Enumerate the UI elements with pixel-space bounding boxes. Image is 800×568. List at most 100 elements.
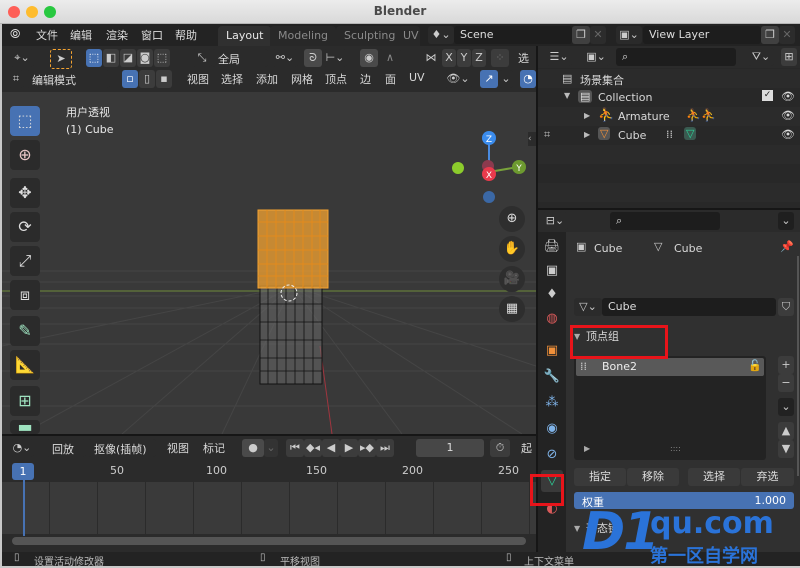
transform-orientation-select[interactable]: 全局 <box>212 49 268 67</box>
camera-view-icon[interactable]: 🎥 <box>499 266 525 292</box>
frame-start-label[interactable]: 起 <box>518 439 535 457</box>
mesh-browse-icon[interactable]: ▽⌄ <box>574 298 602 316</box>
properties-search-input[interactable]: ⌕ <box>610 212 720 230</box>
select-extend-icon[interactable]: ◧ <box>103 49 119 67</box>
jump-end-button[interactable]: ⏭ <box>376 439 394 457</box>
view-layer-copy-icon[interactable]: ❐ <box>761 26 779 44</box>
tool-move[interactable]: ✥ <box>10 178 40 208</box>
tab-scene-icon[interactable]: ♦ <box>541 284 563 306</box>
deselect-button[interactable]: 弃选 <box>741 468 794 486</box>
face-select-icon[interactable]: ▪ <box>156 70 172 88</box>
vertex-select-icon[interactable]: ▫ <box>122 70 138 88</box>
tab-uv[interactable]: UV <box>398 26 420 46</box>
menu-uv[interactable]: UV <box>404 70 430 88</box>
tool-transform[interactable]: ⧈ <box>10 280 40 310</box>
move-up-button[interactable]: ▲ <box>778 422 794 440</box>
prev-keyframe-button[interactable]: ◆◂ <box>304 439 322 457</box>
timeline-view-menu[interactable]: 视图 <box>162 439 194 457</box>
tool-select-box[interactable]: ⬚ <box>10 106 40 136</box>
tab-modeling[interactable]: Modeling <box>270 26 337 46</box>
filter-icon[interactable]: ⛛⌄ <box>748 48 774 66</box>
pin-icon[interactable]: 📌 <box>780 240 794 253</box>
3d-viewport[interactable]: Z X Y ⌖⌄ ➤ ⬚ ◧ ◪ ◙ ⬚ ⤡ 全局 ⚯⌄ ᘐ ⊢⌄ ◉ ∧ ⋈ … <box>2 46 536 434</box>
expand-arrow-icon[interactable]: ▶ <box>584 111 590 120</box>
mirror-z-toggle[interactable]: Z <box>472 49 486 67</box>
tool-add-cube[interactable]: ⊞ <box>10 386 40 416</box>
sidebar-toggle-icon[interactable]: ‹ <box>528 132 536 146</box>
menu-window[interactable]: 窗口 <box>141 27 163 43</box>
tab-physics-icon[interactable]: ◉ <box>541 418 563 440</box>
view-layer-icon[interactable]: ▣⌄ <box>616 26 642 44</box>
scene-icon[interactable]: ♦⌄ <box>428 26 454 44</box>
auto-merge-icon[interactable]: ⁘ <box>491 49 509 67</box>
next-keyframe-button[interactable]: ▸◆ <box>358 439 376 457</box>
menu-edit[interactable]: 编辑 <box>70 27 92 43</box>
tool-measure[interactable]: 📐 <box>10 350 40 380</box>
timeline-scrollbar[interactable] <box>12 537 526 545</box>
snap-icon[interactable]: ᘐ <box>304 49 322 67</box>
menu-file[interactable]: 文件 <box>36 27 58 43</box>
pan-view-icon[interactable]: ✋ <box>499 236 525 262</box>
zoom-view-icon[interactable]: ⊕ <box>499 206 525 232</box>
assign-button[interactable]: 指定 <box>574 468 626 486</box>
shape-keys-title[interactable]: 形态键 <box>586 520 619 536</box>
select-subtract-icon[interactable]: ◪ <box>120 49 136 67</box>
scene-remove-icon[interactable]: ✕ <box>590 26 606 44</box>
outliner-row-cube[interactable]: ⌗ ▶ ▽ Cube ⁞⁞ ▽ 👁 <box>538 126 800 145</box>
mode-select[interactable]: 编辑模式 <box>26 70 110 88</box>
stopwatch-icon[interactable]: ⏱ <box>490 439 510 457</box>
record-dropdown-icon[interactable]: ⌄ <box>264 439 278 457</box>
gizmo-dropdown-icon[interactable]: ⌄ <box>499 70 513 88</box>
menu-select[interactable]: 选择 <box>216 70 248 88</box>
proportional-edit-icon[interactable]: ◉ <box>360 49 378 67</box>
menu-render[interactable]: 渲染 <box>106 27 128 43</box>
timeline-editor-icon[interactable]: ◔⌄ <box>10 439 34 457</box>
options-dropdown-icon[interactable]: ⌄ <box>778 212 794 230</box>
current-frame-field[interactable]: 1 <box>416 439 484 457</box>
tab-modifier-icon[interactable]: 🔧 <box>541 366 563 388</box>
tab-object-icon[interactable]: ▣ <box>541 340 563 362</box>
filter-layer-icon[interactable]: ▣⌄ <box>582 48 610 66</box>
jump-start-button[interactable]: ⏮ <box>286 439 304 457</box>
mirror-y-toggle[interactable]: Y <box>457 49 471 67</box>
vertex-group-specials-icon[interactable]: ⌄ <box>778 398 794 416</box>
remove-button[interactable]: 移除 <box>627 468 679 486</box>
menu-help[interactable]: 帮助 <box>175 27 197 43</box>
eye-icon[interactable]: 👁 <box>781 128 795 141</box>
snap-target-icon[interactable]: ⊢⌄ <box>323 49 347 67</box>
frame-indicator[interactable]: 1 <box>12 463 34 480</box>
select-intersect-icon[interactable]: ⬚ <box>154 49 170 67</box>
keying-menu[interactable]: 抠像(插帧) <box>88 439 156 457</box>
menu-add[interactable]: 添加 <box>251 70 283 88</box>
outliner-row-armature[interactable]: ▶ ⛹ Armature ⛹⛹ 👁 <box>538 107 800 126</box>
tool-scale[interactable]: ⤢ <box>10 246 40 276</box>
tool-rotate[interactable]: ⟳ <box>10 212 40 242</box>
eye-icon[interactable]: 👁 <box>781 90 795 103</box>
properties-scrollbar[interactable] <box>797 256 799 476</box>
expand-arrow-icon[interactable]: ▶ <box>584 130 590 139</box>
scene-field[interactable]: Scene <box>454 26 572 44</box>
playhead[interactable] <box>23 480 25 536</box>
transform-orientation-icon[interactable]: ⤡ <box>192 49 212 67</box>
timeline-ruler[interactable]: 1 50 100 150 200 250 <box>2 460 536 482</box>
collection-checkbox[interactable]: ✓ <box>762 90 773 101</box>
outliner-row-scene-collection[interactable]: ▤ 场景集合 <box>538 69 800 88</box>
resize-handle[interactable]: :::: <box>670 444 681 453</box>
object-gizmo-icon[interactable]: ⌖⌄ <box>10 49 34 67</box>
play-button[interactable]: ▶ <box>340 439 358 457</box>
editor-type-icon[interactable]: ⊟⌄ <box>542 212 568 230</box>
falloff-icon[interactable]: ∧ <box>379 49 401 67</box>
list-filter-arrow-icon[interactable]: ▶ <box>584 444 590 453</box>
tool-cursor[interactable]: ⊕ <box>10 140 40 170</box>
play-reverse-button[interactable]: ◀ <box>322 439 340 457</box>
weight-slider[interactable]: 权重 1.000 <box>574 492 794 509</box>
select-new-icon[interactable]: ⬚ <box>86 49 102 67</box>
pivot-icon[interactable]: ⚯⌄ <box>272 49 298 67</box>
mirror-icon[interactable]: ⋈ <box>422 49 440 67</box>
menu-face[interactable]: 面 <box>380 70 401 88</box>
perspective-toggle-icon[interactable]: ▦ <box>499 296 525 322</box>
options-menu[interactable]: 选项 <box>516 49 536 67</box>
tab-particles-icon[interactable]: ⁂ <box>541 392 563 414</box>
collapse-arrow-icon[interactable]: ▼ <box>574 524 580 533</box>
tool-extrude[interactable]: ▬ <box>10 419 40 434</box>
